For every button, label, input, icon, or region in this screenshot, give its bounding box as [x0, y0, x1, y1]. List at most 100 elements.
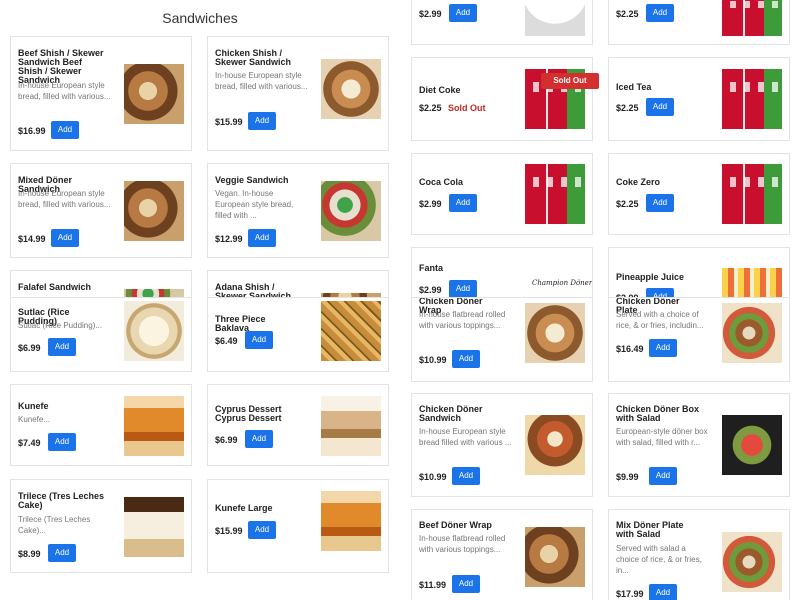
item-image: [321, 396, 381, 456]
menu-item-card[interactable]: Kunefe Large $15.99 Add: [207, 479, 389, 573]
menu-item-card[interactable]: Sutlac (Rice Pudding) Sutlac (Rice Puddi…: [10, 297, 192, 372]
menu-item-card[interactable]: Chicken Döner Sandwich In-house European…: [411, 393, 593, 497]
menu-item-card[interactable]: $2.25 Add: [608, 0, 790, 45]
item-description: In-house European style bread, filled wi…: [18, 189, 111, 209]
item-name: Beef Döner Wrap: [419, 520, 492, 530]
item-price: $2.25: [616, 103, 639, 113]
item-image: [124, 497, 184, 557]
item-price: $2.25: [616, 199, 639, 209]
menu-item-card[interactable]: Cyprus Dessert Cyprus Dessert $6.99 Add: [207, 384, 389, 466]
item-price: $2.99: [419, 285, 442, 295]
add-button[interactable]: Add: [48, 544, 76, 562]
item-price: $16.99: [18, 126, 46, 136]
item-description: Trilece (Tres Leches Cake)...: [18, 515, 91, 535]
item-image: [124, 181, 184, 241]
menu-item-card[interactable]: Pineapple Juice $2.99 Add: [608, 247, 790, 302]
add-button[interactable]: Add: [51, 121, 79, 139]
add-button[interactable]: Add: [449, 4, 477, 22]
menu-item-card[interactable]: Beef Shish / Skewer Sandwich Beef Shish …: [10, 36, 192, 151]
item-image: [525, 415, 585, 475]
menu-item-card[interactable]: Three Piece Baklava $6.49 Add: [207, 297, 389, 372]
item-image: [525, 303, 585, 363]
add-button[interactable]: Add: [649, 584, 677, 600]
menu-item-card[interactable]: Iced Tea $2.25 Add: [608, 57, 790, 141]
item-image: [321, 181, 381, 241]
item-name: Coca Cola: [419, 177, 464, 187]
menu-item-card[interactable]: Chicken Döner Box with Salad European-st…: [608, 393, 790, 497]
item-description: Sutlac (Rice Pudding)...: [18, 321, 103, 330]
item-name: Chicken Döner Box with Salad: [616, 404, 700, 423]
item-name: Diet Coke: [419, 85, 461, 95]
menu-item-card[interactable]: Fanta $2.99 Add Champion Döner: [411, 247, 593, 302]
menu-item-card[interactable]: Trilece (Tres Leches Cake) Trilece (Tres…: [10, 479, 192, 573]
item-name: Mix Döner Plate with Salad: [616, 520, 684, 539]
item-price: $15.99: [215, 117, 243, 127]
item-name: Kunefe: [18, 401, 49, 411]
add-button[interactable]: Add: [452, 350, 480, 368]
add-button[interactable]: Add: [646, 194, 674, 212]
item-price: $7.49: [18, 438, 41, 448]
right-menu-column: $2.99 Add $2.25 Add Diet Coke $2.25 Sold…: [400, 0, 800, 600]
add-button[interactable]: Add: [452, 467, 480, 485]
item-name: Kunefe Large: [215, 503, 273, 513]
menu-item-card[interactable]: Coca Cola $2.99 Add: [411, 153, 593, 235]
add-button[interactable]: Add: [48, 433, 76, 451]
add-button[interactable]: Add: [248, 521, 276, 539]
menu-item-card[interactable]: Chicken Döner Wrap In-house flatbread ro…: [411, 297, 593, 382]
add-button[interactable]: Add: [649, 467, 677, 485]
item-price: $2.25: [616, 9, 639, 19]
item-price: $14.99: [18, 234, 46, 244]
item-description: European-style döner box with salad, fil…: [616, 427, 708, 447]
menu-item-card[interactable]: Chicken Döner Plate Served with a choice…: [608, 297, 790, 382]
menu-item-card[interactable]: Coke Zero $2.25 Add: [608, 153, 790, 235]
add-button[interactable]: Add: [48, 338, 76, 356]
item-name: Pineapple Juice: [616, 272, 685, 282]
menu-item-card[interactable]: Falafel Sandwich: [10, 270, 192, 300]
item-image: [124, 64, 184, 124]
item-image: [722, 303, 782, 363]
menu-item-card[interactable]: Diet Coke $2.25 Sold Out: [411, 57, 593, 141]
item-image: [321, 491, 381, 551]
sold-out-label: Sold Out: [448, 103, 486, 113]
item-name: Veggie Sandwich: [215, 175, 289, 185]
add-button[interactable]: Add: [245, 331, 273, 349]
menu-item-card[interactable]: Mixed Döner Sandwich In-house European s…: [10, 163, 192, 258]
item-image: [525, 527, 585, 587]
item-price: $15.99: [215, 526, 243, 536]
menu-item-card[interactable]: Mix Döner Plate with Salad Served with s…: [608, 509, 790, 600]
item-image: [722, 415, 782, 475]
item-name: Chicken Shish / Skewer Sandwich: [215, 48, 292, 67]
item-image: [722, 532, 782, 592]
item-name: Falafel Sandwich: [18, 282, 92, 292]
add-button[interactable]: Add: [51, 229, 79, 247]
item-image: [722, 69, 782, 129]
item-description: In-house flatbread rolled with various t…: [419, 310, 506, 330]
add-button[interactable]: Add: [248, 229, 276, 247]
item-price: $9.99: [616, 472, 639, 482]
item-description: Served with salad a choice of rice, & or…: [616, 544, 702, 575]
item-price: $8.99: [18, 549, 41, 559]
item-name: Chicken Döner Sandwich: [419, 404, 483, 423]
item-description: Vegan. In-house European style bread, fi…: [215, 189, 294, 220]
add-button[interactable]: Add: [449, 194, 477, 212]
add-button[interactable]: Add: [646, 98, 674, 116]
item-price: $2.25: [419, 103, 442, 113]
item-image: [321, 59, 381, 119]
item-price: $10.99: [419, 355, 447, 365]
menu-item-card[interactable]: Veggie Sandwich Vegan. In-house European…: [207, 163, 389, 258]
item-name: Fanta: [419, 263, 444, 273]
menu-item-card[interactable]: Chicken Shish / Skewer Sandwich In-house…: [207, 36, 389, 151]
menu-item-card[interactable]: Adana Shish / Skewer Sandwich: [207, 270, 389, 300]
add-button[interactable]: Add: [649, 339, 677, 357]
menu-item-card[interactable]: Kunefe Kunefe... $7.49 Add: [10, 384, 192, 466]
add-button[interactable]: Add: [449, 280, 477, 298]
add-button[interactable]: Add: [646, 4, 674, 22]
item-price: $16.49: [616, 344, 644, 354]
add-button[interactable]: Add: [245, 430, 273, 448]
item-image: [321, 301, 381, 361]
menu-item-card[interactable]: Beef Döner Wrap In-house flatbread rolle…: [411, 509, 593, 600]
menu-item-card[interactable]: $2.99 Add: [411, 0, 593, 45]
item-description: Served with a choice of rice, & or fries…: [616, 310, 704, 330]
add-button[interactable]: Add: [248, 112, 276, 130]
add-button[interactable]: Add: [452, 575, 480, 593]
